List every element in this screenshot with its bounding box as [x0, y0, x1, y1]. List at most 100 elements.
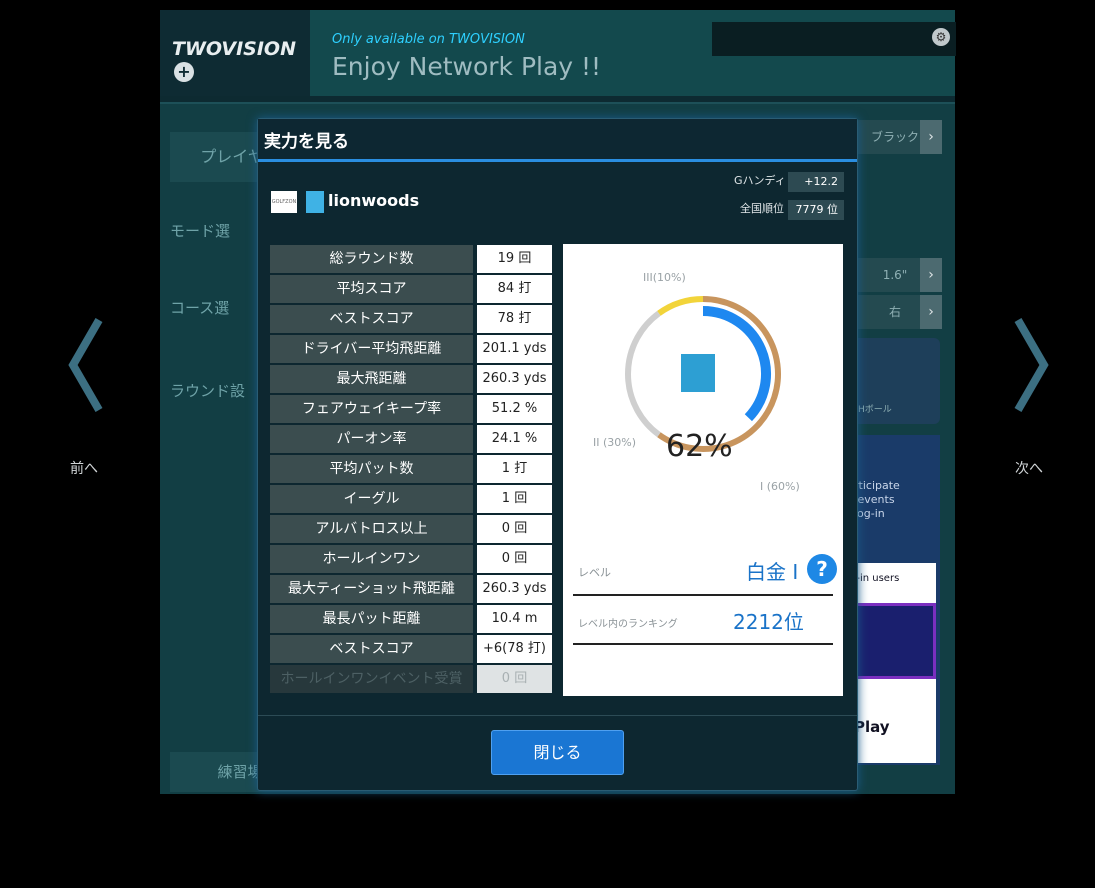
stats-row-value: 10.4 m [477, 605, 552, 633]
national-rank-label: 全国順位 [740, 202, 784, 215]
stats-row: ベストスコア 78 打 [270, 304, 552, 334]
ghandi-value: +12.2 [788, 172, 844, 192]
stats-row-value: 1 回 [477, 485, 552, 513]
stats-row-value: 84 打 [477, 275, 552, 303]
promo-play-button[interactable]: Play [854, 718, 890, 736]
level-ranking-value: 2212位 [733, 610, 804, 634]
stats-row-value: 51.2 % [477, 395, 552, 423]
tee-select[interactable]: ブラック › [850, 120, 942, 154]
stats-row-value: +6(78 打) [477, 635, 552, 663]
stats-row-label: 平均パット数 [270, 455, 473, 483]
ranking-divider [573, 643, 833, 645]
prev-label[interactable]: 前へ [70, 458, 98, 478]
promo-card[interactable]: d-in users Play [850, 563, 936, 763]
green-speed-label: 1.6" [882, 268, 908, 282]
banner-box[interactable]: ⚙ [712, 22, 956, 56]
stats-row-label: ドライバー平均飛距離 [270, 335, 473, 363]
stats-row-label: 総ラウンド数 [270, 245, 473, 273]
stats-row-value: 0 回 [477, 665, 552, 693]
stats-row: フェアウェイキープ率 51.2 % [270, 394, 552, 424]
banner: TWOVISION+ Only available on TWOVISION E… [160, 10, 956, 96]
next-label[interactable]: 次へ [1015, 458, 1043, 478]
level-divider [573, 594, 833, 596]
stats-row-value: 19 回 [477, 245, 552, 273]
sidebar-item-round[interactable]: ラウンド設 [170, 380, 245, 401]
stats-row-label: ホールインワン [270, 545, 473, 573]
stats-row: 最長パット距離 10.4 m [270, 604, 552, 634]
ring-segment-i [657, 296, 781, 452]
stats-row-label: 最長パット距離 [270, 605, 473, 633]
progress-percent: 62% [666, 429, 733, 464]
settings-icon[interactable]: ⚙ [932, 28, 950, 46]
stats-row: ドライバー平均飛距離 201.1 yds [270, 334, 552, 364]
stats-row: ベストスコア +6(78 打) [270, 634, 552, 664]
stats-row-label: ベストスコア [270, 635, 473, 663]
brand-logo: GOLFZON [271, 191, 297, 213]
stats-row-label: ホールインワンイベント受賞 [270, 665, 473, 693]
national-rank-value: 7779 位 [788, 200, 844, 220]
stats-row: 最大飛距離 260.3 yds [270, 364, 552, 394]
player-rank-icon [306, 191, 324, 213]
stats-row-value: 201.1 yds [477, 335, 552, 363]
stats-row-label: フェアウェイキープ率 [270, 395, 473, 423]
promo-text: rticipate events log-in [854, 479, 900, 520]
stats-row-value: 24.1 % [477, 425, 552, 453]
stats-row: ホールインワンイベント受賞 0 回 [270, 664, 552, 694]
next-arrow-icon[interactable] [1012, 315, 1052, 415]
promo-panel[interactable]: rticipate events log-in d-in users Play [850, 435, 940, 765]
stats-row: アルバトロス以上 0 回 [270, 514, 552, 544]
level-ranking-label: レベル内のランキング [578, 619, 678, 630]
ghandi-label: Gハンディ [734, 174, 786, 187]
ring-segment-ii [625, 310, 661, 438]
stats-row-value: 1 打 [477, 455, 552, 483]
sidebar-item-course[interactable]: コース選 [170, 297, 229, 318]
dialog-title: 実力を見る [264, 132, 349, 152]
stats-row-label: 最大ティーショット飛距離 [270, 575, 473, 603]
ring-label-ii: II (30%) [593, 436, 637, 449]
app-logo: TWOVISION+ [172, 38, 296, 82]
banner-subtitle: Only available on TWOVISION [332, 32, 525, 47]
help-icon[interactable]: ? [807, 554, 837, 584]
stats-table: 総ラウンド数 19 回平均スコア 84 打ベストスコア 78 打ドライバー平均飛距離 2… [270, 244, 552, 694]
ring-label-iii: III(10%) [643, 271, 686, 284]
dialog-footer-divider [258, 715, 857, 716]
stats-row-label: 最大飛距離 [270, 365, 473, 393]
tee-select-label: ブラック [870, 130, 919, 144]
stats-dialog: 実力を見る GOLFZON lionwoods Gハンディ +12.2 全国順位… [257, 118, 858, 791]
handed-label: 右 [888, 305, 901, 319]
close-button[interactable]: 閉じる [491, 730, 624, 775]
chevron-right-icon[interactable]: › [920, 295, 942, 329]
green-speed-select[interactable]: 1.6" › [850, 258, 942, 292]
stats-row-label: イーグル [270, 485, 473, 513]
level-label: レベル [578, 566, 611, 579]
chevron-right-icon[interactable]: › [920, 120, 942, 154]
stats-row: イーグル 1 回 [270, 484, 552, 514]
stats-row: 総ラウンド数 19 回 [270, 244, 552, 274]
stats-row-label: アルバトロス以上 [270, 515, 473, 543]
rank-badge-icon [681, 354, 715, 392]
stats-row-value: 260.3 yds [477, 365, 552, 393]
stats-row: 最大ティーショット飛距離 260.3 yds [270, 574, 552, 604]
stats-row-label: パーオン率 [270, 425, 473, 453]
banner-logo-area: TWOVISION+ [160, 10, 310, 96]
stats-row-value: 0 回 [477, 515, 552, 543]
stats-row-label: ベストスコア [270, 305, 473, 333]
level-chart-panel: III(10%) II (30%) I (60%) 62% レベル 白金 I ?… [563, 244, 843, 696]
ring-label-i: I (60%) [760, 480, 800, 493]
dialog-header: 実力を見る [258, 119, 857, 162]
stats-row: 平均スコア 84 打 [270, 274, 552, 304]
handed-select[interactable]: 右 › [850, 295, 942, 329]
banner-title: Enjoy Network Play !! [332, 52, 602, 81]
level-value: 白金 I [746, 560, 799, 584]
sidebar-item-mode[interactable]: モード選 [170, 220, 230, 241]
ring-segment-iii [657, 296, 704, 316]
promo-image [850, 603, 936, 679]
ball-select[interactable]: Hボール [850, 338, 940, 424]
chevron-right-icon[interactable]: › [920, 258, 942, 292]
ball-label: Hボール [858, 405, 892, 415]
stats-row: パーオン率 24.1 % [270, 424, 552, 454]
stats-row-label: 平均スコア [270, 275, 473, 303]
prev-arrow-icon[interactable] [65, 315, 105, 415]
stats-row: 平均パット数 1 打 [270, 454, 552, 484]
stats-row-value: 0 回 [477, 545, 552, 573]
